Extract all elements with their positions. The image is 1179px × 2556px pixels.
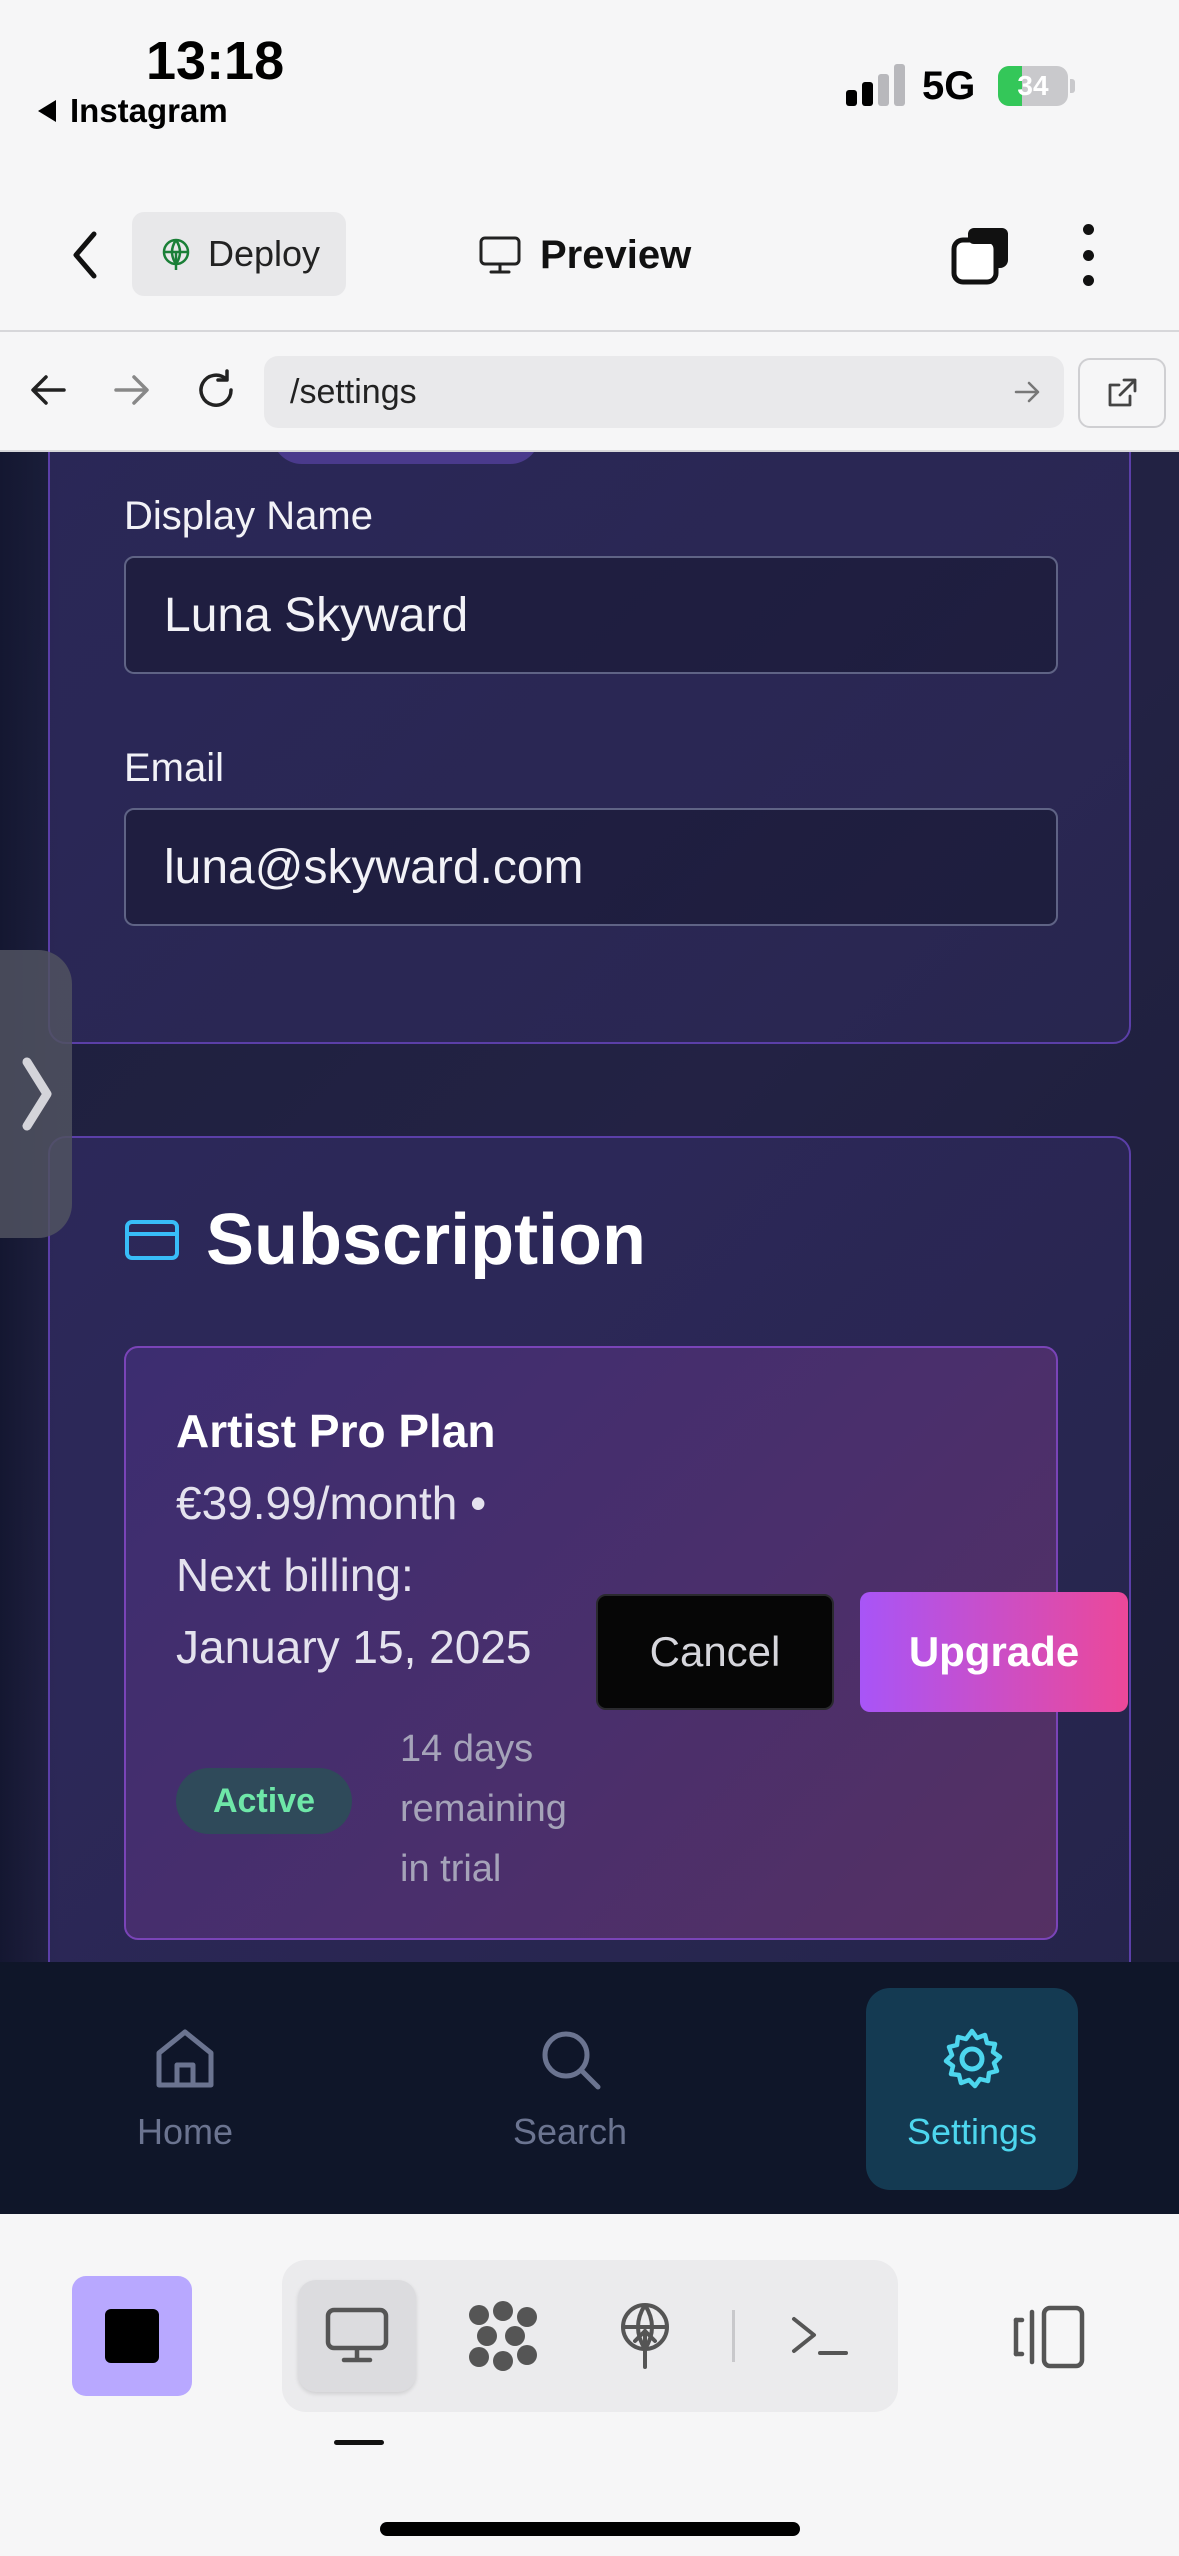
active-view-indicator: [334, 2440, 384, 2445]
deploy-label: Deploy: [207, 233, 321, 274]
billing-label: Next billing:: [176, 1549, 414, 1601]
plan-name: Artist Pro Plan: [176, 1405, 496, 1457]
status-badge: Active: [176, 1768, 352, 1834]
reload-icon: [199, 369, 233, 407]
deploy-globe-icon: [162, 238, 190, 270]
subscription-title: Subscription: [206, 1200, 647, 1280]
url-text: /settings: [290, 372, 417, 411]
trial-text-line-1: 14 days: [400, 1728, 534, 1770]
back-to-app-link[interactable]: Instagram: [38, 92, 228, 130]
nav-item-home[interactable]: Home: [90, 1988, 280, 2190]
upgrade-button[interactable]: Upgrade: [860, 1592, 1128, 1712]
preview-view-button[interactable]: [298, 2280, 416, 2392]
trial-text-line-3: in trial: [400, 1848, 502, 1890]
plan-price: €39.99/month •: [176, 1477, 487, 1529]
stop-square-icon: [105, 2309, 159, 2363]
go-arrow-icon[interactable]: [1012, 376, 1044, 408]
stop-button[interactable]: [72, 2276, 192, 2396]
shell-view-button[interactable]: [760, 2280, 878, 2392]
chevron-left-icon: [73, 231, 97, 279]
web-preview: Display Name Luna Skyward Email luna@sky…: [0, 452, 1179, 1962]
display-name-label: Display Name: [124, 494, 373, 538]
arrow-right-icon: [114, 375, 149, 405]
ide-toolbar: [0, 2214, 1179, 2556]
search-icon: [542, 2031, 601, 2090]
browser-forward-button[interactable]: [102, 360, 162, 420]
app-toolbar: Deploy Preview: [0, 180, 1179, 330]
subscription-card: Subscription Artist Pro Plan €39.99/mont…: [48, 1136, 1131, 1962]
display-name-input[interactable]: Luna Skyward: [124, 556, 1058, 674]
external-link-icon: [1108, 378, 1137, 407]
trial-text-line-2: remaining: [400, 1788, 567, 1830]
tabs-stack-button[interactable]: [950, 224, 1012, 286]
monitor-icon: [325, 2307, 389, 2363]
preview-label: Preview: [540, 232, 692, 277]
billing-date: January 15, 2025: [176, 1621, 532, 1673]
deploy-globe-icon: [621, 2303, 669, 2369]
status-time: 13:18: [146, 31, 285, 91]
nav-label-search: Search: [512, 2111, 628, 2152]
stacked-squares-icon: [951, 228, 1008, 285]
back-app-label: Instagram: [70, 92, 228, 129]
nav-label-home: Home: [136, 2111, 234, 2152]
home-icon: [156, 2029, 214, 2088]
signal-strength-icon: [846, 62, 906, 106]
status-bar: 13:18 Instagram 5G 34: [0, 0, 1179, 180]
email-label: Email: [124, 746, 225, 790]
url-input[interactable]: /settings: [264, 356, 1064, 428]
back-triangle-icon: [38, 100, 56, 122]
agent-view-button[interactable]: [444, 2280, 562, 2392]
more-options-button[interactable]: [1066, 224, 1110, 286]
avatar-button-peek: [272, 452, 540, 464]
back-button[interactable]: [60, 225, 110, 285]
chevron-right-icon: [22, 1057, 52, 1131]
open-external-button[interactable]: [1078, 358, 1166, 428]
home-indicator[interactable]: [380, 2522, 800, 2536]
profile-card: Display Name Luna Skyward Email luna@sky…: [48, 452, 1131, 1044]
segment-divider: [732, 2310, 735, 2362]
nodes-icon: [469, 2301, 537, 2371]
browser-back-button[interactable]: [18, 360, 78, 420]
view-switcher: [282, 2260, 898, 2412]
terminal-icon: [792, 2317, 848, 2355]
bottom-nav: Home Search Settings: [0, 1962, 1179, 2214]
gear-icon: [943, 2028, 1003, 2089]
nav-item-settings[interactable]: Settings: [866, 1988, 1078, 2190]
nav-label-settings: Settings: [906, 2111, 1038, 2152]
preview-tab[interactable]: Preview: [478, 220, 691, 290]
nav-item-search[interactable]: Search: [470, 1988, 670, 2190]
email-input[interactable]: luna@skyward.com: [124, 808, 1058, 926]
browser-bar: /settings: [0, 330, 1179, 452]
arrow-left-icon: [31, 375, 66, 405]
display-name-value: Luna Skyward: [164, 588, 469, 642]
panel-layout-button[interactable]: [1008, 2302, 1088, 2372]
monitor-icon: [479, 236, 521, 274]
battery-icon: 34: [998, 66, 1076, 106]
email-value: luna@skyward.com: [164, 840, 584, 894]
battery-percent: 34: [1017, 70, 1049, 101]
deploy-button[interactable]: Deploy: [132, 212, 346, 296]
panel-layout-icon: [1013, 2305, 1085, 2369]
credit-card-icon: [125, 1220, 179, 1260]
cancel-button[interactable]: Cancel: [596, 1594, 834, 1710]
network-type: 5G: [922, 64, 976, 108]
side-panel-toggle[interactable]: [0, 950, 72, 1238]
subscription-header: Subscription: [124, 1200, 646, 1280]
reload-button[interactable]: [186, 360, 246, 420]
deploy-view-button[interactable]: [586, 2280, 704, 2392]
